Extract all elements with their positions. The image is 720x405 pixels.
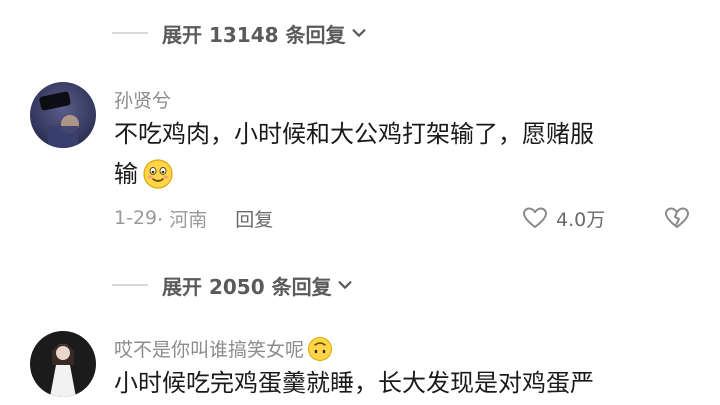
username-text: 哎不是你叫谁搞笑女呢 bbox=[114, 339, 305, 361]
like-button[interactable]: 4.0万 bbox=[522, 205, 605, 232]
chevron-down-icon bbox=[352, 29, 365, 37]
upside-down-face-emoji-icon bbox=[308, 336, 333, 361]
comment-meta: 1-29 · 河南 回复 4.0万 bbox=[114, 203, 694, 233]
comment-location: · 河南 bbox=[157, 208, 208, 231]
comment-date: 1-29 bbox=[114, 207, 158, 229]
expand-replies-button[interactable]: 展开 13148 条回复 bbox=[162, 18, 368, 48]
broken-heart-icon[interactable] bbox=[664, 206, 690, 230]
comment-text-line: 输 bbox=[114, 160, 138, 188]
expand-replies-button[interactable]: 展开 2050 条回复 bbox=[162, 270, 354, 300]
expand-replies-label: 展开 13148 条回复 bbox=[162, 22, 346, 47]
smiling-face-emoji-icon bbox=[143, 159, 173, 189]
like-count: 4.0万 bbox=[556, 208, 606, 231]
reply-button[interactable]: 回复 bbox=[235, 205, 273, 232]
avatar[interactable] bbox=[30, 82, 96, 148]
comment-text: 小时候吃完鸡蛋羹就睡，长大发现是对鸡蛋严 bbox=[114, 363, 694, 403]
expand-replies-label: 展开 2050 条回复 bbox=[162, 274, 332, 299]
divider-line bbox=[112, 32, 148, 34]
comment-text-line: 不吃鸡肉，小时候和大公鸡打架输了，愿赌服 bbox=[114, 120, 594, 148]
heart-icon bbox=[522, 207, 548, 229]
comment-text-line: 小时候吃完鸡蛋羹就睡，长大发现是对鸡蛋严 bbox=[114, 369, 594, 397]
comment-text: 不吃鸡肉，小时候和大公鸡打架输了，愿赌服 输 bbox=[114, 114, 694, 194]
expand-replies-mid[interactable]: 展开 2050 条回复 bbox=[0, 270, 720, 300]
username[interactable]: 孙贤兮 bbox=[114, 86, 171, 113]
username[interactable]: 哎不是你叫谁搞笑女呢 bbox=[114, 335, 333, 362]
divider-line bbox=[112, 284, 148, 286]
chevron-down-icon bbox=[338, 281, 352, 289]
avatar[interactable] bbox=[30, 331, 96, 397]
expand-replies-top[interactable]: 展开 13148 条回复 bbox=[0, 18, 720, 48]
